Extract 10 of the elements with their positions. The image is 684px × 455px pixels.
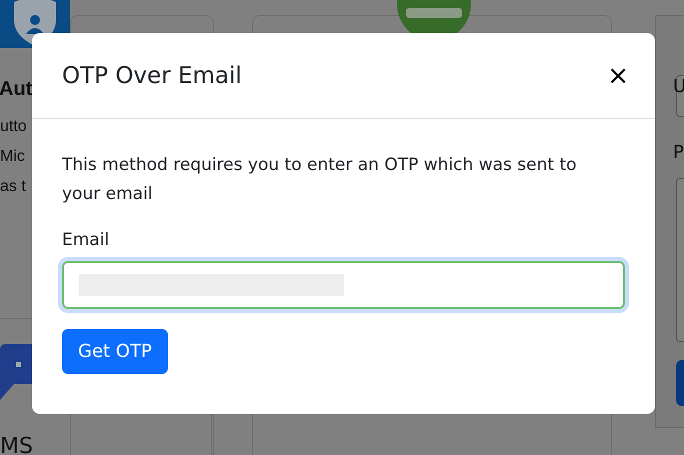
card-text: utto xyxy=(0,118,27,136)
card-text: as t xyxy=(0,178,26,196)
card-title: MS xyxy=(0,434,33,455)
field-label: Email xyxy=(62,230,110,250)
card-text: Mic xyxy=(0,148,25,166)
instruction-text: This method requires you to enter an OTP which was sent to your email xyxy=(62,154,578,206)
get-otp-button[interactable]: Get OTP xyxy=(62,329,168,374)
field-label: P xyxy=(673,142,684,163)
close-button[interactable]: × xyxy=(603,60,633,90)
dialog-title: OTP Over Email xyxy=(62,62,242,88)
